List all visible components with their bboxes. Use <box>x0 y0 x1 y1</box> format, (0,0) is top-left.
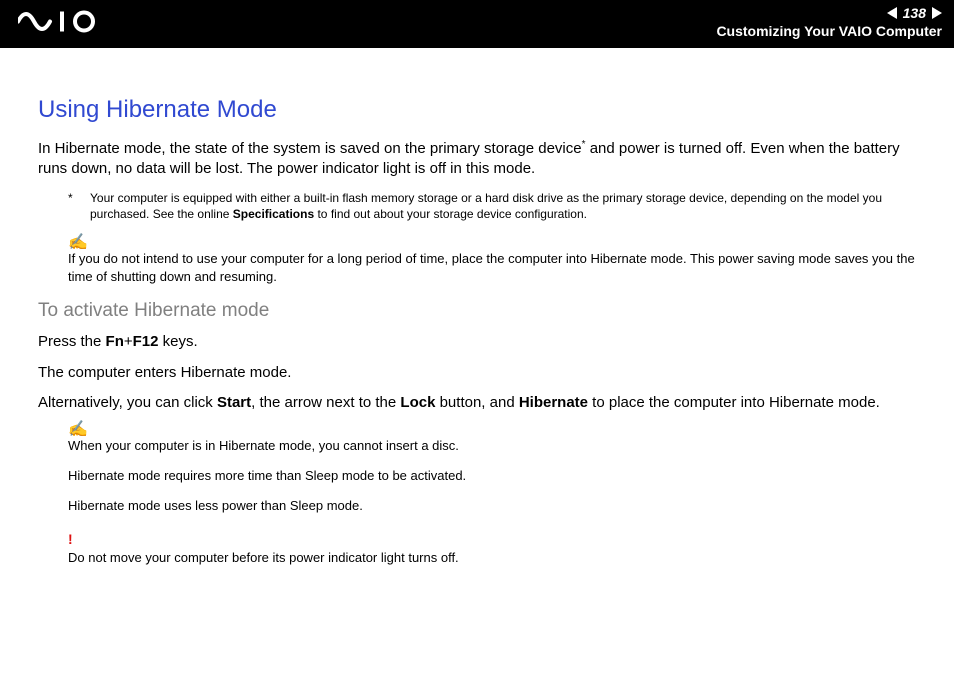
section-title: Using Hibernate Mode <box>38 96 916 124</box>
footnote-text-post: to find out about your storage device co… <box>314 207 587 221</box>
page-number: 138 <box>901 4 928 22</box>
alternative-line: Alternatively, you can click Start, the … <box>38 393 916 413</box>
press-post: keys. <box>158 333 197 350</box>
note-block-1: ✍ If you do not intend to use your compu… <box>68 236 916 286</box>
footnote-marker: * <box>68 190 90 222</box>
key-plus: + <box>124 333 133 350</box>
note-block-2: ✍ When your computer is in Hibernate mod… <box>68 423 916 516</box>
intro-paragraph: In Hibernate mode, the state of the syst… <box>38 138 916 180</box>
warning-text: Do not move your computer before its pow… <box>68 549 916 567</box>
key-f12: F12 <box>133 333 159 350</box>
note-text: If you do not intend to use your compute… <box>68 250 916 286</box>
page-content: Using Hibernate Mode In Hibernate mode, … <box>0 48 954 567</box>
alt-p4: to place the computer into Hibernate mod… <box>588 394 880 411</box>
note-icon: ✍ <box>68 236 916 250</box>
subsection-title: To activate Hibernate mode <box>38 300 916 322</box>
page-header: 138 Customizing Your VAIO Computer <box>0 0 954 48</box>
alt-p1: Alternatively, you can click <box>38 394 217 411</box>
note-text: When your computer is in Hibernate mode,… <box>68 437 916 455</box>
footnote-text-bold: Specifications <box>233 207 314 221</box>
breadcrumb: Customizing Your VAIO Computer <box>716 22 942 40</box>
header-nav: 138 Customizing Your VAIO Computer <box>716 4 942 40</box>
press-pre: Press the <box>38 333 106 350</box>
alt-hibernate: Hibernate <box>519 394 588 411</box>
prev-page-arrow-icon[interactable] <box>887 7 897 19</box>
footnote-text: Your computer is equipped with either a … <box>90 190 916 222</box>
footnote: * Your computer is equipped with either … <box>68 190 916 222</box>
vaio-logo <box>18 11 128 38</box>
alt-lock: Lock <box>400 394 435 411</box>
enters-line: The computer enters Hibernate mode. <box>38 363 916 383</box>
next-page-arrow-icon[interactable] <box>932 7 942 19</box>
note-text: Hibernate mode uses less power than Slee… <box>68 497 916 515</box>
note-icon: ✍ <box>68 423 916 437</box>
key-fn: Fn <box>106 333 124 350</box>
warning-block: ! Do not move your computer before its p… <box>68 530 916 568</box>
press-line: Press the Fn+F12 keys. <box>38 332 916 352</box>
alt-start: Start <box>217 394 251 411</box>
note-text: Hibernate mode requires more time than S… <box>68 467 916 485</box>
alt-p3: button, and <box>435 394 518 411</box>
intro-text-pre: In Hibernate mode, the state of the syst… <box>38 140 582 157</box>
warning-icon: ! <box>68 530 916 550</box>
alt-p2: , the arrow next to the <box>251 394 400 411</box>
